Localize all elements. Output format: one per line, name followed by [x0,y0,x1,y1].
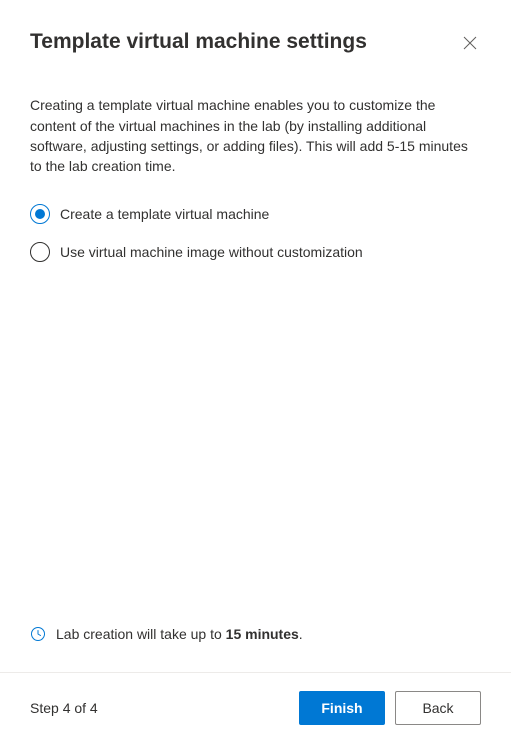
finish-button[interactable]: Finish [299,691,385,725]
info-bold: 15 minutes [226,626,299,642]
clock-icon [30,626,46,642]
description-text: Creating a template virtual machine enab… [30,95,481,176]
radio-indicator-selected [30,204,50,224]
close-icon [463,36,477,50]
template-option-group: Create a template virtual machine Use vi… [30,204,481,262]
step-indicator: Step 4 of 4 [30,700,98,716]
spacer [30,262,481,626]
radio-dot [35,209,45,219]
info-suffix: . [299,626,303,642]
radio-create-template[interactable]: Create a template virtual machine [30,204,481,224]
dialog-title: Template virtual machine settings [30,28,367,55]
radio-indicator-unselected [30,242,50,262]
radio-label-use-image: Use virtual machine image without custom… [60,244,363,260]
back-button[interactable]: Back [395,691,481,725]
info-text: Lab creation will take up to 15 minutes. [56,626,303,642]
footer-buttons: Finish Back [299,691,481,725]
dialog-footer: Step 4 of 4 Finish Back [0,672,511,747]
radio-use-image[interactable]: Use virtual machine image without custom… [30,242,481,262]
close-button[interactable] [459,32,481,54]
info-prefix: Lab creation will take up to [56,626,226,642]
radio-label-create: Create a template virtual machine [60,206,269,222]
header-row: Template virtual machine settings [30,28,481,55]
dialog-main: Template virtual machine settings Creati… [0,0,511,672]
info-row: Lab creation will take up to 15 minutes. [30,626,481,652]
